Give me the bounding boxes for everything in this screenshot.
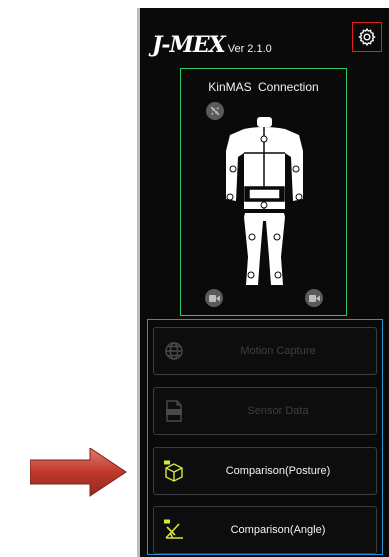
mocap-suit-figure — [226, 117, 303, 285]
no-link-icon — [210, 106, 220, 116]
app-logo: J-MEX Ver 2.1.0 — [152, 32, 272, 58]
app-header: J-MEX Ver 2.1.0 — [140, 8, 389, 68]
logo-mark: J-MEX — [152, 32, 226, 58]
sensor-data-button[interactable]: Sensor Data — [153, 387, 377, 435]
cube-icon — [164, 460, 183, 482]
globe-icon — [165, 342, 183, 360]
raw-data-icon — [166, 400, 182, 422]
record-right-button[interactable] — [305, 289, 323, 307]
action-button-group: Motion Capture Sensor Data Comparison(Po… — [147, 319, 383, 555]
gear-icon — [358, 27, 376, 47]
comparison-posture-button[interactable]: Comparison(Posture) — [153, 447, 377, 495]
jmex-app-panel: J-MEX Ver 2.1.0 KinMAS Connection Motion… — [137, 8, 389, 557]
kinmas-connection-panel: KinMAS Connection — [180, 68, 347, 316]
comparison-angle-button[interactable]: Comparison(Angle) — [153, 506, 377, 554]
version-label: Ver 2.1.0 — [227, 43, 272, 55]
settings-button[interactable] — [352, 22, 382, 52]
pointer-arrow — [30, 448, 127, 497]
motion-capture-label: Motion Capture — [240, 345, 316, 357]
comparison-posture-label: Comparison(Posture) — [225, 465, 331, 477]
angle-icon — [164, 519, 183, 539]
video-camera-icon — [308, 294, 320, 302]
video-camera-icon — [208, 294, 220, 302]
record-left-button[interactable] — [205, 289, 223, 307]
motion-capture-button[interactable]: Motion Capture — [153, 327, 377, 375]
sensor-data-label: Sensor Data — [247, 405, 309, 417]
connection-title: KinMAS Connection — [208, 80, 319, 94]
comparison-angle-label: Comparison(Angle) — [230, 524, 326, 536]
